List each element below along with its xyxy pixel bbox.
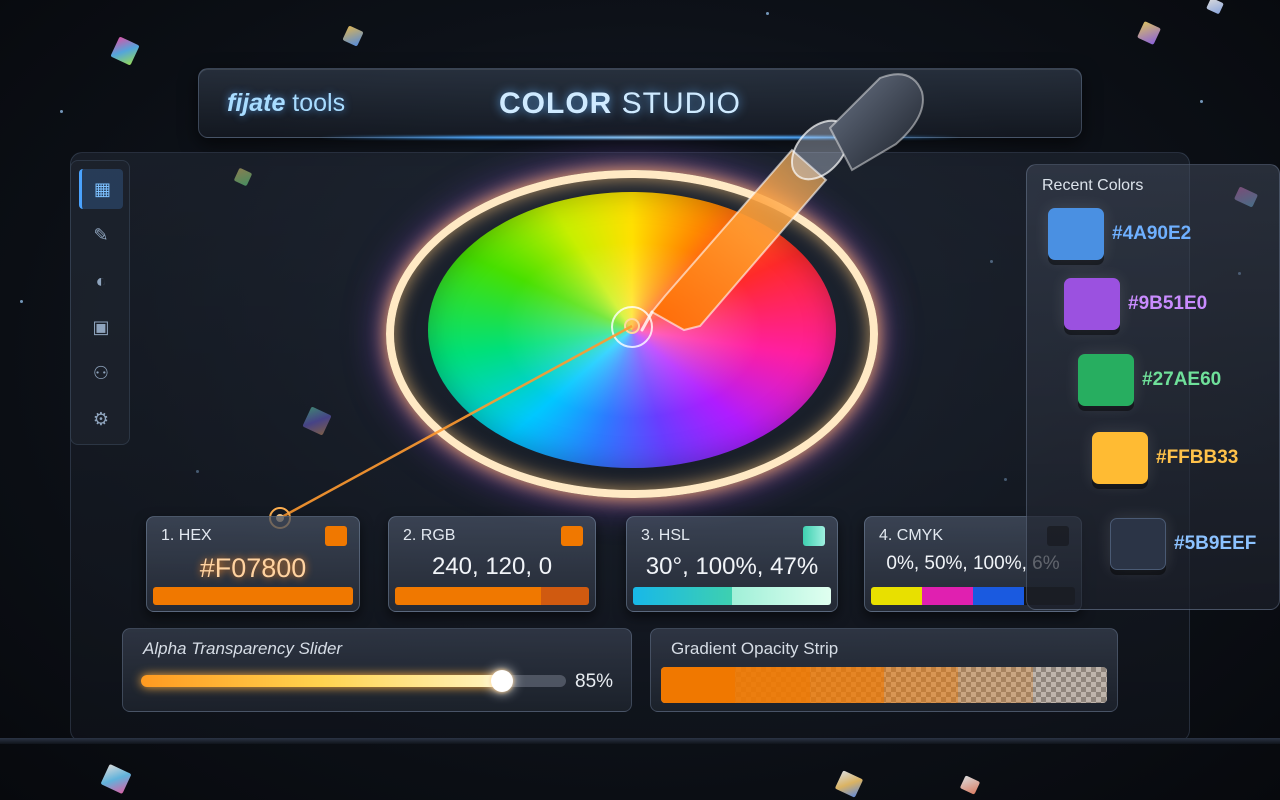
hex-label: 1. HEX: [161, 527, 212, 544]
recent-color-swatch[interactable]: [1078, 354, 1134, 406]
decorative-crystal: [834, 770, 864, 798]
base-edge: [0, 738, 1280, 744]
alpha-slider-label: Alpha Transparency Slider: [143, 639, 343, 658]
decorative-particle: [60, 110, 63, 113]
decorative-particle: [766, 12, 769, 15]
decorative-particle: [20, 300, 23, 303]
recent-color-hex: #FFBB33: [1156, 447, 1239, 468]
decorative-crystal: [1206, 0, 1224, 15]
sidebar-item-grid[interactable]: ▦: [79, 169, 123, 209]
alpha-value: 85%: [575, 671, 614, 692]
recent-color-hex: #9B51E0: [1128, 293, 1208, 314]
decorative-crystal: [110, 36, 140, 66]
hsl-swatch: [803, 526, 825, 546]
hex-card[interactable]: 1. HEX #F07800: [146, 516, 360, 612]
recent-color-item[interactable]: #5B9EEF: [1110, 518, 1256, 570]
sidebar-item-user[interactable]: ⚇: [79, 353, 123, 393]
hsl-value[interactable]: 30°, 100%, 47%: [627, 553, 837, 581]
hsl-label: 3. HSL: [641, 527, 690, 544]
recent-colors-title: Recent Colors: [1042, 177, 1144, 194]
hsl-color-bar: [633, 587, 831, 605]
recent-color-item[interactable]: #FFBB33: [1092, 432, 1238, 484]
palette-icon: ◐: [95, 270, 107, 291]
rgb-card[interactable]: 2. RGB 240, 120, 0: [388, 516, 596, 612]
recent-color-hex: #27AE60: [1142, 369, 1222, 390]
sidebar-item-image[interactable]: ▣: [79, 307, 123, 347]
rgb-swatch: [561, 526, 583, 546]
rgb-label: 2. RGB: [403, 527, 456, 544]
image-icon: ▣: [92, 316, 110, 337]
gear-icon: ⚙: [92, 408, 110, 429]
decorative-crystal: [959, 775, 981, 795]
alpha-slider-track[interactable]: [141, 670, 566, 692]
recent-color-swatch[interactable]: [1092, 432, 1148, 484]
hex-color-bar: [153, 587, 353, 605]
recent-color-swatch[interactable]: [1048, 208, 1104, 260]
rgb-color-bar: [395, 587, 589, 605]
user-icon: ⚇: [92, 362, 110, 383]
hex-value[interactable]: #F07800: [147, 553, 359, 584]
recent-color-hex: #5B9EEF: [1174, 533, 1257, 554]
decorative-crystal: [100, 763, 132, 795]
recent-color-swatch[interactable]: [1110, 518, 1166, 570]
recent-color-item[interactable]: #9B51E0: [1064, 278, 1207, 330]
recent-color-item[interactable]: #4A90E2: [1048, 208, 1191, 260]
gradient-opacity-strip[interactable]: [661, 667, 1107, 703]
sidebar: ▦ ✎ ◐ ▣ ⚇ ⚙: [70, 160, 130, 445]
page-title: COLOR STUDIO: [499, 87, 741, 120]
decorative-crystal: [342, 25, 364, 47]
decorative-crystal: [1137, 21, 1161, 45]
app-header: fijate tools COLOR STUDIO: [198, 68, 1082, 138]
recent-color-swatch[interactable]: [1064, 278, 1120, 330]
hsl-card[interactable]: 3. HSL 30°, 100%, 47%: [626, 516, 838, 612]
rgb-value[interactable]: 240, 120, 0: [389, 553, 595, 581]
recent-color-hex: #4A90E2: [1112, 223, 1192, 244]
hex-swatch: [325, 526, 347, 546]
sidebar-item-brush[interactable]: ✎: [79, 215, 123, 255]
picker-handle[interactable]: [624, 318, 640, 334]
alpha-slider-fill: [141, 675, 503, 687]
alpha-slider-panel: Alpha Transparency Slider 85%: [122, 628, 632, 712]
decorative-particle: [1200, 100, 1203, 103]
cmyk-label: 4. CMYK: [879, 527, 944, 544]
gradient-strip-panel: Gradient Opacity Strip: [650, 628, 1118, 712]
gradient-strip-label: Gradient Opacity Strip: [671, 639, 839, 658]
brand-logo: fijate tools: [227, 89, 346, 117]
sidebar-item-palette[interactable]: ◐: [79, 261, 123, 301]
grid-icon: ▦: [93, 178, 111, 199]
alpha-slider-thumb[interactable]: [491, 670, 514, 692]
sidebar-item-settings[interactable]: ⚙: [79, 399, 123, 439]
recent-color-item[interactable]: #27AE60: [1078, 354, 1221, 406]
brush-icon: ✎: [93, 224, 109, 245]
